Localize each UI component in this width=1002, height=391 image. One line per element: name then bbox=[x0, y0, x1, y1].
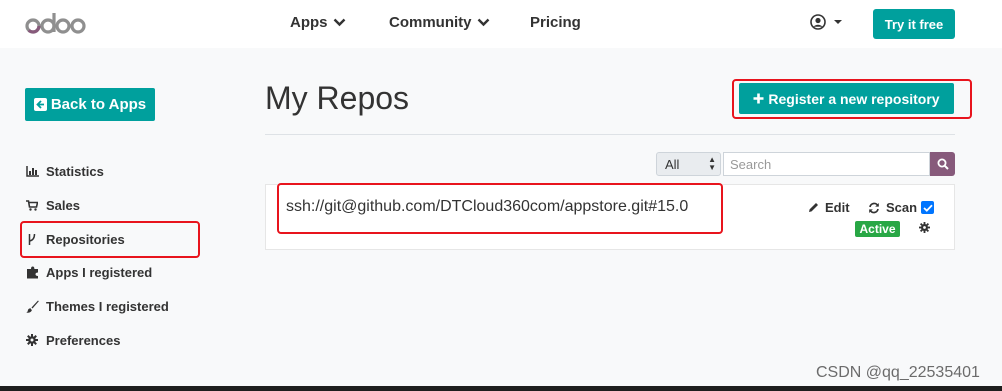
back-to-apps-label: Back to Apps bbox=[50, 96, 147, 113]
sidebar-item-label: Apps I registered bbox=[46, 264, 153, 280]
bottom-bar bbox=[0, 386, 1002, 391]
highlight-repositories bbox=[20, 221, 200, 258]
nav-pricing[interactable]: Pricing bbox=[530, 14, 581, 31]
try-it-free-button[interactable]: Try it free bbox=[873, 9, 955, 39]
cart-icon bbox=[25, 198, 39, 212]
nav-pricing-label: Pricing bbox=[530, 14, 581, 31]
page-title: My Repos bbox=[265, 80, 410, 116]
bar-chart-icon bbox=[25, 164, 39, 178]
search-input[interactable] bbox=[723, 152, 930, 176]
highlight-register-button bbox=[732, 79, 972, 119]
caret-down-icon bbox=[834, 20, 842, 24]
nav-community[interactable]: Community bbox=[389, 14, 490, 31]
scan-label: Scan bbox=[886, 200, 918, 215]
puzzle-icon bbox=[25, 265, 39, 279]
sidebar-item-preferences[interactable]: Preferences bbox=[25, 330, 120, 350]
sidebar-item-label: Themes I registered bbox=[46, 298, 169, 314]
search-button[interactable] bbox=[930, 152, 955, 176]
chevron-down-icon bbox=[333, 18, 345, 27]
sidebar-item-apps-registered[interactable]: Apps I registered bbox=[25, 262, 152, 282]
sidebar-item-statistics[interactable]: Statistics bbox=[25, 161, 104, 181]
nav-community-label: Community bbox=[389, 14, 472, 31]
filter-selected-value: All bbox=[665, 156, 680, 172]
arrow-left-icon bbox=[33, 98, 47, 111]
paintbrush-icon bbox=[25, 299, 39, 313]
back-to-apps-button[interactable]: Back to Apps bbox=[25, 88, 155, 121]
pencil-icon bbox=[809, 203, 818, 212]
search-icon bbox=[937, 158, 949, 170]
sidebar-item-label: Statistics bbox=[46, 163, 104, 179]
sidebar-item-label: Preferences bbox=[46, 332, 121, 348]
checkmark-icon bbox=[922, 204, 933, 212]
cog-icon[interactable] bbox=[919, 222, 930, 233]
chevron-down-icon bbox=[477, 18, 489, 27]
refresh-icon bbox=[869, 202, 879, 213]
sidebar-item-themes-registered[interactable]: Themes I registered bbox=[25, 296, 169, 316]
scan-checkbox[interactable] bbox=[921, 201, 934, 214]
top-header: Apps Community Pricing Try it free bbox=[0, 0, 1002, 48]
edit-label: Edit bbox=[825, 200, 850, 215]
odoo-logo[interactable] bbox=[25, 10, 87, 38]
nav-apps-label: Apps bbox=[290, 14, 328, 31]
filter-select[interactable]: All ▲ ▼ bbox=[656, 152, 721, 176]
status-badge: Active bbox=[855, 221, 900, 237]
cog-icon bbox=[25, 333, 39, 347]
nav-apps[interactable]: Apps bbox=[290, 14, 346, 31]
user-circle-icon bbox=[810, 14, 826, 30]
highlight-repo-url bbox=[277, 183, 723, 234]
watermark: CSDN @qq_22535401 bbox=[816, 364, 980, 381]
scan-repo-button[interactable]: Scan bbox=[868, 200, 917, 215]
user-menu[interactable] bbox=[810, 14, 843, 30]
sidebar-item-sales[interactable]: Sales bbox=[25, 195, 80, 215]
title-divider bbox=[265, 134, 955, 135]
sidebar-item-label: Sales bbox=[46, 197, 80, 213]
edit-repo-button[interactable]: Edit bbox=[808, 200, 850, 215]
updown-arrows-icon: ▲ ▼ bbox=[708, 155, 716, 172]
